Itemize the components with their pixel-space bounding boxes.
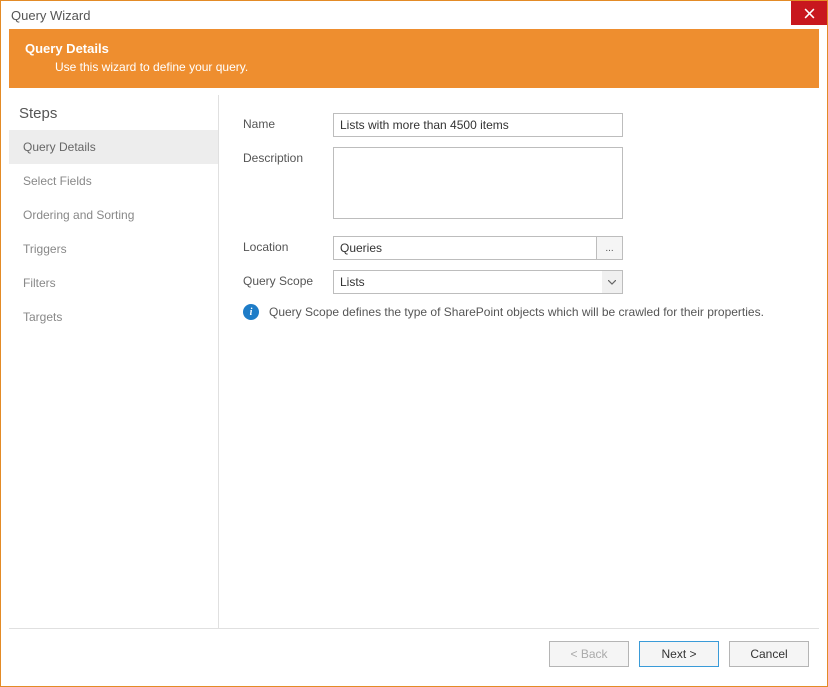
query-scope-info: Query Scope defines the type of SharePoi… [269, 305, 764, 319]
step-label: Ordering and Sorting [23, 208, 134, 222]
window-title: Query Wizard [11, 8, 90, 23]
step-query-details[interactable]: Query Details [9, 130, 218, 164]
close-button[interactable] [791, 1, 827, 25]
wizard-header-title: Query Details [25, 41, 803, 56]
wizard-header-subtitle: Use this wizard to define your query. [25, 60, 803, 74]
step-filters[interactable]: Filters [9, 266, 218, 300]
cancel-button[interactable]: Cancel [729, 641, 809, 667]
step-label: Triggers [23, 242, 67, 256]
steps-sidebar: Steps Query Details Select Fields Orderi… [9, 95, 219, 628]
step-triggers[interactable]: Triggers [9, 232, 218, 266]
name-input[interactable] [333, 113, 623, 137]
wizard-footer: < Back Next > Cancel [9, 628, 819, 678]
info-icon: i [243, 304, 259, 320]
form-panel: Name Description Location ... Quer [219, 95, 819, 628]
location-input[interactable] [333, 236, 597, 260]
next-button[interactable]: Next > [639, 641, 719, 667]
step-ordering-sorting[interactable]: Ordering and Sorting [9, 198, 218, 232]
wizard-header: Query Details Use this wizard to define … [9, 29, 819, 88]
description-label: Description [243, 147, 333, 165]
ellipsis-icon: ... [605, 243, 613, 254]
steps-title: Steps [9, 105, 218, 130]
back-button[interactable]: < Back [549, 641, 629, 667]
step-label: Query Details [23, 140, 96, 154]
location-label: Location [243, 236, 333, 254]
cancel-button-label: Cancel [750, 647, 787, 661]
name-label: Name [243, 113, 333, 131]
location-browse-button[interactable]: ... [597, 236, 623, 260]
close-icon [804, 8, 815, 19]
step-select-fields[interactable]: Select Fields [9, 164, 218, 198]
step-label: Select Fields [23, 174, 92, 188]
step-label: Targets [23, 310, 62, 324]
next-button-label: Next > [661, 647, 696, 661]
query-scope-select[interactable] [333, 270, 623, 294]
step-targets[interactable]: Targets [9, 300, 218, 334]
back-button-label: < Back [570, 647, 607, 661]
step-label: Filters [23, 276, 56, 290]
query-scope-label: Query Scope [243, 270, 333, 288]
description-input[interactable] [333, 147, 623, 219]
title-bar: Query Wizard [1, 1, 827, 29]
